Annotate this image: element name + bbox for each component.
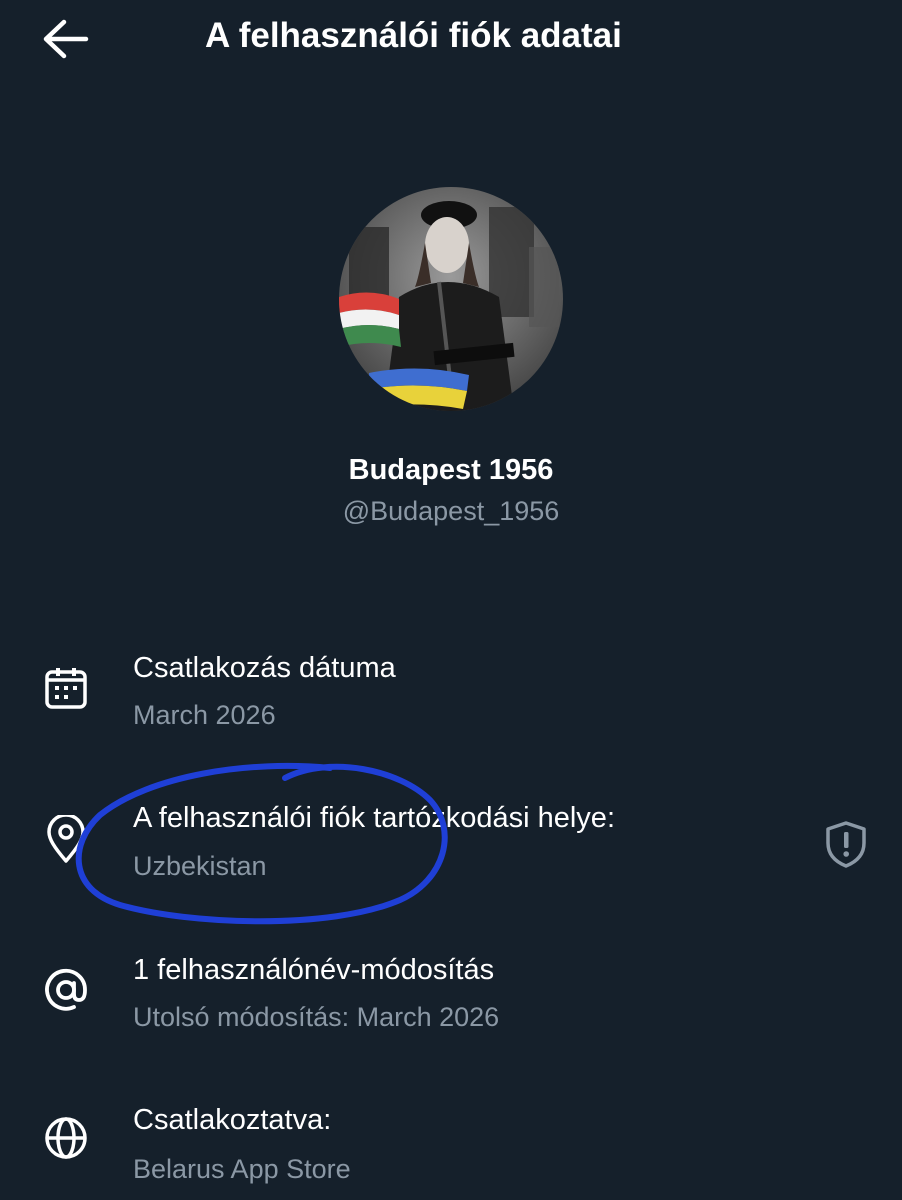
arrow-left-icon [43,19,89,59]
location-pin-icon [40,814,92,866]
connected-via-label: Csatlakoztatva: [133,1104,332,1136]
connected-via-value: Belarus App Store [133,1154,351,1184]
avatar[interactable] [339,187,563,411]
shield-exclamation-icon [826,821,866,868]
location-label: A felhasználói fiók tartózkodási helye: [133,802,615,834]
top-bar: A felhasználói fiók adatai [0,0,902,80]
back-button[interactable] [36,14,96,64]
username-changes-value: Utolsó módosítás: March 2026 [133,1002,500,1032]
username-changes-label: 1 felhasználónév-módosítás [133,954,495,986]
username-handle: @Budapest_1956 [342,496,560,526]
calendar-icon [40,662,92,714]
page-title: A felhasználói fiók adatai [205,16,622,55]
display-name: Budapest 1956 [348,454,554,486]
globe-icon [40,1112,92,1164]
location-value: Uzbekistan [133,851,267,881]
joined-label: Csatlakozás dátuma [133,652,396,684]
at-sign-icon [40,964,92,1016]
location-info-button[interactable] [818,816,874,872]
avatar-image [339,187,563,411]
info-row-connected-via: Csatlakoztatva: Belarus App Store [0,0,902,1184]
joined-value: March 2026 [133,700,276,730]
